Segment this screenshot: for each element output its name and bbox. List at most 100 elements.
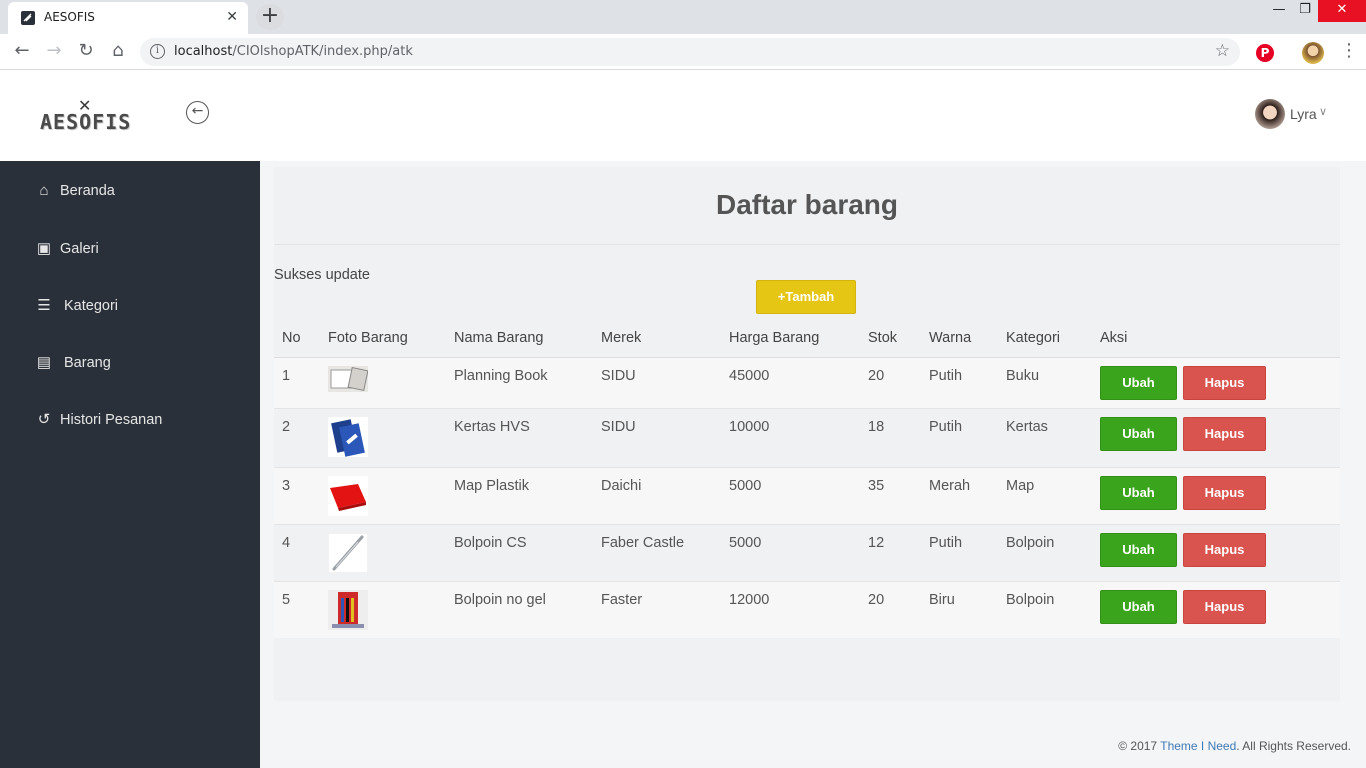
- table-row: 3 Map Plastik Daichi 5000 35 Merah Map U…: [274, 467, 1340, 525]
- cell-actions: Ubah Hapus: [1092, 467, 1340, 525]
- cell-photo: [320, 524, 446, 582]
- browser-menu-icon[interactable]: ⋮: [1340, 40, 1358, 61]
- sidebar-item-kategori[interactable]: ☰ Kategori: [34, 296, 118, 320]
- cell-harga: 12000: [721, 581, 860, 638]
- content-panel: Daftar barang Sukses update +Tambah No F…: [274, 167, 1340, 701]
- column-header: Aksi: [1092, 319, 1340, 358]
- cell-merek: Faster: [593, 581, 721, 638]
- chevron-down-icon[interactable]: ∨: [1319, 105, 1327, 118]
- new-tab-button[interactable]: +: [256, 4, 284, 30]
- cell-stok: 20: [860, 581, 921, 638]
- cell-no: 2: [274, 408, 320, 468]
- cell-actions: Ubah Hapus: [1092, 581, 1340, 638]
- history-icon: ↺: [37, 411, 51, 428]
- cell-harga: 5000: [721, 467, 860, 525]
- app-favicon-icon: [21, 11, 35, 25]
- column-header: Stok: [860, 319, 921, 358]
- url-text: localhost/CIOlshopATK/index.php/atk: [174, 44, 413, 59]
- cell-kategori: Bolpoin: [998, 581, 1092, 638]
- items-table: No Foto Barang Nama Barang Merek Harga B…: [274, 319, 1340, 638]
- edit-button[interactable]: Ubah: [1100, 475, 1177, 510]
- table-row: 2 Kertas HVS SIDU 10000 18 Putih Kertas …: [274, 408, 1340, 468]
- cell-warna: Putih: [921, 524, 998, 582]
- sidebar-item-beranda[interactable]: ⌂ Beranda: [34, 182, 114, 206]
- column-header: Kategori: [998, 319, 1092, 358]
- product-photo-bolpoin-no-gel: [328, 589, 368, 630]
- delete-button[interactable]: Hapus: [1183, 365, 1267, 400]
- image-file-icon: ▣: [36, 240, 52, 257]
- cell-kategori: Map: [998, 467, 1092, 525]
- main-content: Daftar barang Sukses update +Tambah No F…: [260, 161, 1366, 768]
- cell-nama: Bolpoin CS: [446, 524, 593, 582]
- table-header-row: No Foto Barang Nama Barang Merek Harga B…: [274, 319, 1340, 358]
- product-photo-bolpoin-cs: [328, 532, 368, 573]
- profile-avatar[interactable]: [1302, 42, 1324, 64]
- browser-tab[interactable]: AESOFIS ✕: [8, 2, 248, 34]
- back-arrow-icon[interactable]: ←: [10, 40, 34, 64]
- cell-merek: Faber Castle: [593, 524, 721, 582]
- browser-tabbar: AESOFIS ✕ + — ❐ ✕: [0, 0, 1366, 34]
- add-item-button[interactable]: +Tambah: [756, 280, 856, 314]
- table-row: 1 Planning Book SIDU 45000 20 Putih Buku: [274, 357, 1340, 409]
- cell-merek: Daichi: [593, 467, 721, 525]
- edit-button[interactable]: Ubah: [1100, 365, 1177, 400]
- cell-no: 1: [274, 357, 320, 409]
- delete-button[interactable]: Hapus: [1183, 532, 1267, 567]
- cell-photo: [320, 408, 446, 468]
- cell-merek: SIDU: [593, 408, 721, 468]
- app-logo[interactable]: ✕ AESOFIS: [40, 96, 140, 134]
- cell-actions: Ubah Hapus: [1092, 524, 1340, 582]
- home-icon: ⌂: [39, 182, 49, 199]
- sidebar-item-barang[interactable]: ▤ Barang: [34, 353, 111, 377]
- sidebar-toggle-back-icon[interactable]: ←: [186, 101, 209, 124]
- column-header: No: [274, 319, 320, 358]
- edit-button[interactable]: Ubah: [1100, 589, 1177, 624]
- delete-button[interactable]: Hapus: [1183, 475, 1267, 510]
- cell-merek: SIDU: [593, 357, 721, 409]
- column-header: Foto Barang: [320, 319, 446, 358]
- delete-button[interactable]: Hapus: [1183, 589, 1267, 624]
- table-row: 4 Bolpoin CS Faber Castle 5000 12 Putih …: [274, 524, 1340, 582]
- site-info-icon[interactable]: i: [150, 44, 165, 59]
- cell-warna: Merah: [921, 467, 998, 525]
- product-photo-map-plastik: [328, 475, 368, 516]
- cell-harga: 5000: [721, 524, 860, 582]
- flash-message: Sukses update: [274, 267, 370, 283]
- cell-photo: [320, 581, 446, 638]
- bookmark-star-icon[interactable]: ☆: [1215, 41, 1230, 61]
- user-avatar[interactable]: [1255, 99, 1285, 129]
- edit-button[interactable]: Ubah: [1100, 416, 1177, 451]
- delete-button[interactable]: Hapus: [1183, 416, 1267, 451]
- address-bar[interactable]: i localhost/CIOlshopATK/index.php/atk ☆: [140, 38, 1240, 66]
- home-icon[interactable]: ⌂: [106, 40, 130, 64]
- cell-stok: 12: [860, 524, 921, 582]
- column-header: Warna: [921, 319, 998, 358]
- table-list-icon: ▤: [36, 354, 52, 371]
- user-name[interactable]: Lyra: [1290, 106, 1317, 122]
- footer: © 2017 Theme I Need. All Rights Reserved…: [1118, 739, 1351, 753]
- cell-kategori: Bolpoin: [998, 524, 1092, 582]
- edit-button[interactable]: Ubah: [1100, 532, 1177, 567]
- cell-photo: [320, 357, 446, 409]
- footer-theme-link[interactable]: Theme I Need: [1160, 739, 1236, 753]
- sidebar-item-galeri[interactable]: ▣ Galeri: [34, 239, 99, 263]
- product-photo-kertas-hvs: [328, 416, 368, 457]
- pinterest-extension-icon[interactable]: P: [1256, 44, 1274, 62]
- cell-no: 5: [274, 581, 320, 638]
- cell-nama: Bolpoin no gel: [446, 581, 593, 638]
- cell-photo: [320, 467, 446, 525]
- cell-harga: 10000: [721, 408, 860, 468]
- browser-toolbar: ← → ↻ ⌂ i localhost/CIOlshopATK/index.ph…: [0, 34, 1366, 70]
- tab-close-icon[interactable]: ✕: [226, 9, 238, 25]
- cell-actions: Ubah Hapus: [1092, 408, 1340, 468]
- title-divider: [274, 244, 1340, 245]
- forward-arrow-icon[interactable]: →: [42, 40, 66, 64]
- window-close-button[interactable]: ✕: [1318, 0, 1366, 22]
- column-header: Nama Barang: [446, 319, 593, 358]
- sidebar-item-histori-pesanan[interactable]: ↺ Histori Pesanan: [34, 410, 163, 434]
- column-header: Merek: [593, 319, 721, 358]
- reload-icon[interactable]: ↻: [74, 40, 98, 64]
- cell-warna: Putih: [921, 408, 998, 468]
- list-icon: ☰: [37, 297, 51, 314]
- window-restore-button[interactable]: ❐: [1290, 0, 1320, 22]
